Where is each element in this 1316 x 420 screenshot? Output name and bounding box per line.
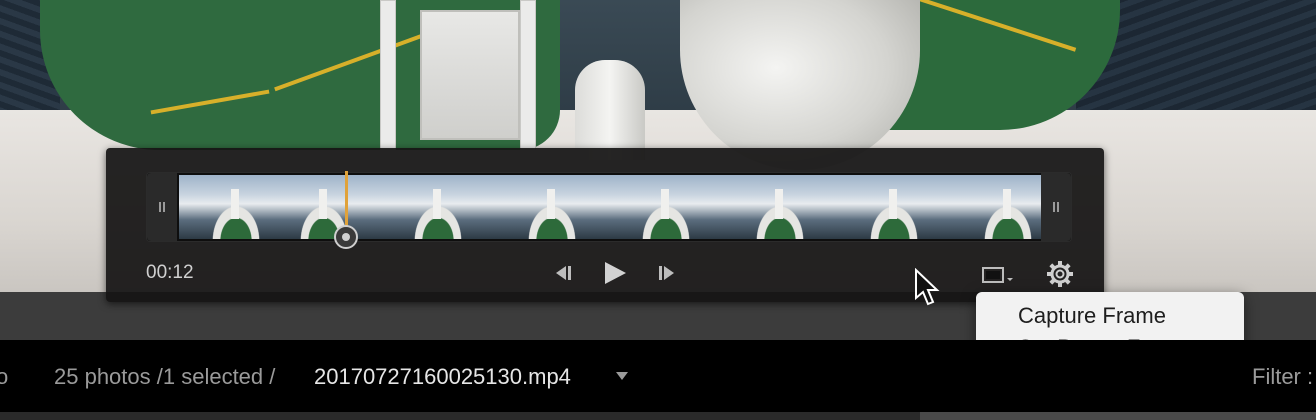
filmstrip-thumbnail: [951, 175, 1041, 239]
library-status-bar: o 25 photos /1 selected / 20170727160025…: [0, 340, 1316, 412]
play-icon: [605, 262, 626, 284]
filmstrip-thumbnail: [837, 175, 951, 239]
deck-structure: [380, 0, 396, 150]
selection-count: 25 photos /1 selected /: [54, 364, 276, 389]
step-forward-icon: [659, 266, 674, 280]
chevron-down-icon[interactable]: [614, 370, 630, 382]
selected-filename[interactable]: 20170727160025130.mp4: [314, 364, 571, 390]
video-settings-button[interactable]: [1046, 260, 1074, 288]
filmstrip-thumbnail: [495, 175, 609, 239]
status-partial-text: o: [0, 364, 9, 389]
capture-frame-menu-item[interactable]: Capture Frame: [1018, 300, 1244, 332]
filmstrip-scroll-segment: [920, 412, 1316, 420]
frame-capture-icon: [982, 267, 1013, 283]
video-filmstrip[interactable]: [146, 171, 1072, 249]
current-timecode: 00:12: [146, 262, 194, 283]
filmstrip-thumbnails: [179, 175, 1041, 239]
filmstrip-thumbnail: [609, 175, 723, 239]
previous-frame-button[interactable]: [554, 260, 576, 286]
deck-structure: [575, 60, 645, 160]
playhead-handle[interactable]: [334, 225, 358, 249]
trim-end-handle[interactable]: [1041, 173, 1071, 241]
play-button[interactable]: [602, 260, 628, 286]
gear-icon: [1047, 261, 1073, 287]
filter-label[interactable]: Filter :: [1252, 364, 1313, 390]
filmstrip-bottom-edge: [0, 412, 1316, 420]
video-player-panel: 00:12: [106, 148, 1104, 302]
step-back-icon: [556, 266, 571, 280]
filmstrip-thumbnail: [381, 175, 495, 239]
filmstrip-thumbnail: [723, 175, 837, 239]
trim-start-handle[interactable]: [147, 173, 177, 241]
frame-menu-button[interactable]: [982, 266, 1014, 284]
mouse-cursor-icon: [915, 268, 940, 306]
deck-structure: [420, 10, 520, 140]
filmstrip-thumbnail: [179, 175, 267, 239]
deck-structure: [520, 0, 536, 150]
next-frame-button[interactable]: [654, 260, 676, 286]
filmstrip-thumbnail: [267, 175, 381, 239]
